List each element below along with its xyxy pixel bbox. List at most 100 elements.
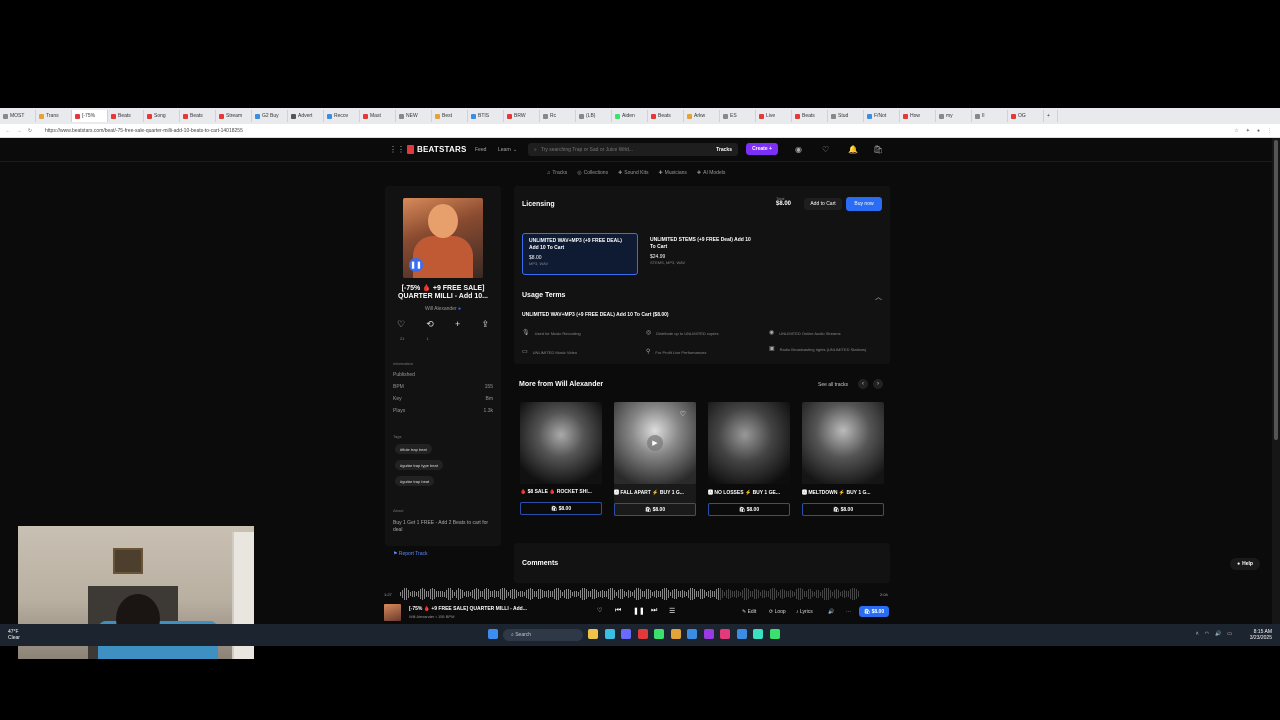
heart-icon[interactable]: ♡ xyxy=(822,145,829,154)
tray-chevron-icon[interactable]: ˄ xyxy=(1196,631,1199,637)
browser-tab[interactable]: Beats xyxy=(108,110,144,122)
browser-tab[interactable]: ES xyxy=(720,110,756,122)
cart-icon[interactable]: 🛍 xyxy=(873,145,883,154)
app-icon[interactable] xyxy=(753,629,763,639)
beat-card[interactable]: 🅰 NO LOSSES ⚡ BUY 1 GE... 🛍 $8.00 xyxy=(708,402,790,516)
browser-tab[interactable]: [-75% xyxy=(72,110,108,122)
browser-tab[interactable]: Il xyxy=(972,110,1008,122)
waveform-scrubber[interactable] xyxy=(400,588,870,600)
browser-tab[interactable]: Advert xyxy=(288,110,324,122)
nav-feed[interactable]: Feed xyxy=(475,147,486,153)
browser-tab[interactable]: How xyxy=(900,110,936,122)
beat-card[interactable]: ♡ ▶ 🅰 FALL APART ⚡ BUY 1 G... 🛍 $8.00 xyxy=(614,402,696,516)
browser-tab[interactable]: BRW xyxy=(504,110,540,122)
browser-tab[interactable]: BTIS xyxy=(468,110,504,122)
profile-icon[interactable]: ● xyxy=(1257,128,1260,134)
player-buy-button[interactable]: 🛍 $8.00 xyxy=(859,606,889,617)
loop-button[interactable]: ⟳ Loop xyxy=(769,609,786,615)
beat-title[interactable]: 🅰 NO LOSSES ⚡ BUY 1 GE... xyxy=(708,489,790,496)
edge-icon[interactable] xyxy=(604,629,615,639)
share-icon[interactable]: ⇪ xyxy=(481,319,489,330)
player-artwork[interactable] xyxy=(384,604,401,621)
scrollbar-thumb[interactable] xyxy=(1274,140,1278,440)
browser-tab[interactable]: G2 Buy xyxy=(252,110,288,122)
beat-card[interactable]: 🅰 MELTDOWN ⚡ BUY 1 G... 🛍 $8.00 xyxy=(802,402,884,516)
reload-icon[interactable]: ↻ xyxy=(27,128,33,134)
lyrics-button[interactable]: ♪ Lyrics xyxy=(796,609,813,615)
like-heart-icon[interactable]: ♡ xyxy=(597,607,602,614)
browser-tab[interactable]: Stud xyxy=(828,110,864,122)
track-cover[interactable]: ❚❚ xyxy=(403,198,483,278)
avatar-icon[interactable]: ◉ xyxy=(795,145,802,154)
report-track-link[interactable]: ⚑ Report Track xyxy=(393,551,428,557)
beat-price-button[interactable]: 🛍 $8.00 xyxy=(708,503,790,516)
chevron-down-icon[interactable]: ⌄ xyxy=(513,147,517,153)
browser-tab[interactable]: Live xyxy=(756,110,792,122)
artist-name[interactable]: Will Alexander xyxy=(425,306,457,312)
subnav-item[interactable]: ♫ Tracks xyxy=(547,168,568,178)
subnav-item[interactable]: ✚ AI Models xyxy=(697,168,725,178)
repost-icon[interactable]: ⟲ xyxy=(426,319,434,330)
browser-tab[interactable]: Beats xyxy=(180,110,216,122)
new-tab-button[interactable]: + xyxy=(1044,110,1058,122)
tag-chip[interactable]: #guitar trap beat xyxy=(395,476,435,486)
beat-artwork[interactable] xyxy=(520,402,602,484)
heart-icon[interactable]: ♡ xyxy=(680,410,686,418)
taskbar-search[interactable]: ⌕ Search xyxy=(503,629,583,641)
more-options-icon[interactable]: ⋯ xyxy=(846,609,851,615)
app-icon[interactable] xyxy=(736,629,747,639)
browser-tab[interactable]: Best xyxy=(432,110,468,122)
browser-tab[interactable]: Rc xyxy=(540,110,576,122)
see-all-tracks-link[interactable]: See all tracks xyxy=(818,382,848,388)
pause-icon[interactable]: ❚❚ xyxy=(633,607,645,615)
create-button[interactable]: Create + xyxy=(746,143,778,155)
carousel-next-icon[interactable]: › xyxy=(873,379,883,389)
forward-icon[interactable]: → xyxy=(16,128,22,134)
collapse-chevron-icon[interactable]: ︿ xyxy=(875,292,882,302)
vscode-icon[interactable] xyxy=(670,629,681,639)
extensions-icon[interactable]: ✦ xyxy=(1246,128,1250,134)
tag-chip[interactable]: #guitar trap type beat xyxy=(395,460,443,470)
chrome-icon[interactable] xyxy=(654,629,664,639)
browser-tab[interactable]: (LB) xyxy=(576,110,612,122)
carousel-prev-icon[interactable]: ‹ xyxy=(858,379,868,389)
browser-tab[interactable]: Stream xyxy=(216,110,252,122)
queue-icon[interactable]: ☰ xyxy=(669,607,675,615)
browser-tab[interactable]: Arkw xyxy=(684,110,720,122)
search-scope-select[interactable]: Tracks xyxy=(716,147,732,153)
beat-artwork[interactable] xyxy=(708,402,790,484)
help-button[interactable]: ● Help xyxy=(1230,558,1260,570)
url-field[interactable]: https://www.beatstars.com/beat/-75-free-… xyxy=(45,128,243,134)
subnav-item[interactable]: ✚ Sound Kits xyxy=(618,168,648,178)
nav-learn[interactable]: Learn xyxy=(498,147,511,153)
start-icon[interactable] xyxy=(488,629,498,639)
track-artist[interactable]: Will Alexander ● xyxy=(389,306,497,312)
browser-tab[interactable]: NEW xyxy=(396,110,432,122)
beat-artwork[interactable] xyxy=(802,402,884,484)
browser-tab[interactable]: Mast xyxy=(360,110,396,122)
beat-card[interactable]: 🩸 $8 SALE 🩸 ROCKET SHI... 🛍 $8.00 xyxy=(520,402,602,515)
star-icon[interactable]: ☆ xyxy=(1234,128,1238,134)
weather-widget[interactable]: 47°F Clear xyxy=(8,629,20,641)
notifications-icon[interactable]: 🔔 xyxy=(848,145,858,154)
beat-artwork[interactable]: ♡ ▶ xyxy=(614,402,696,484)
browser-tab[interactable]: Beats xyxy=(648,110,684,122)
back-icon[interactable]: ← xyxy=(5,128,11,134)
browser-tab[interactable]: OG xyxy=(1008,110,1044,122)
beat-price-button[interactable]: 🛍 $8.00 xyxy=(802,503,884,516)
apps-grid-icon[interactable]: ⋮⋮ xyxy=(389,146,405,154)
beat-price-button[interactable]: 🛍 $8.00 xyxy=(614,503,696,516)
subnav-item[interactable]: ◎ Collections xyxy=(577,168,608,178)
browser-tab[interactable]: Trans xyxy=(36,110,72,122)
license-option-stems[interactable]: UNLIMITED STEMS (+9 FREE Deal) Add 10 To… xyxy=(644,233,760,275)
browser-tab[interactable]: Aiden xyxy=(612,110,648,122)
pause-icon[interactable]: ❚❚ xyxy=(409,258,423,272)
battery-icon[interactable]: ▭ xyxy=(1227,631,1232,637)
browser-tab[interactable]: Song xyxy=(144,110,180,122)
store-icon[interactable] xyxy=(621,629,631,639)
obs-icon[interactable] xyxy=(703,629,714,639)
next-icon[interactable]: ⏭ xyxy=(651,607,657,615)
player-track-title[interactable]: [-75% 🩸 +9 FREE SALE] QUARTER MILLI - Ad… xyxy=(409,606,527,612)
file-explorer-icon[interactable] xyxy=(588,629,598,639)
beat-title[interactable]: 🩸 $8 SALE 🩸 ROCKET SHI... xyxy=(520,489,602,495)
